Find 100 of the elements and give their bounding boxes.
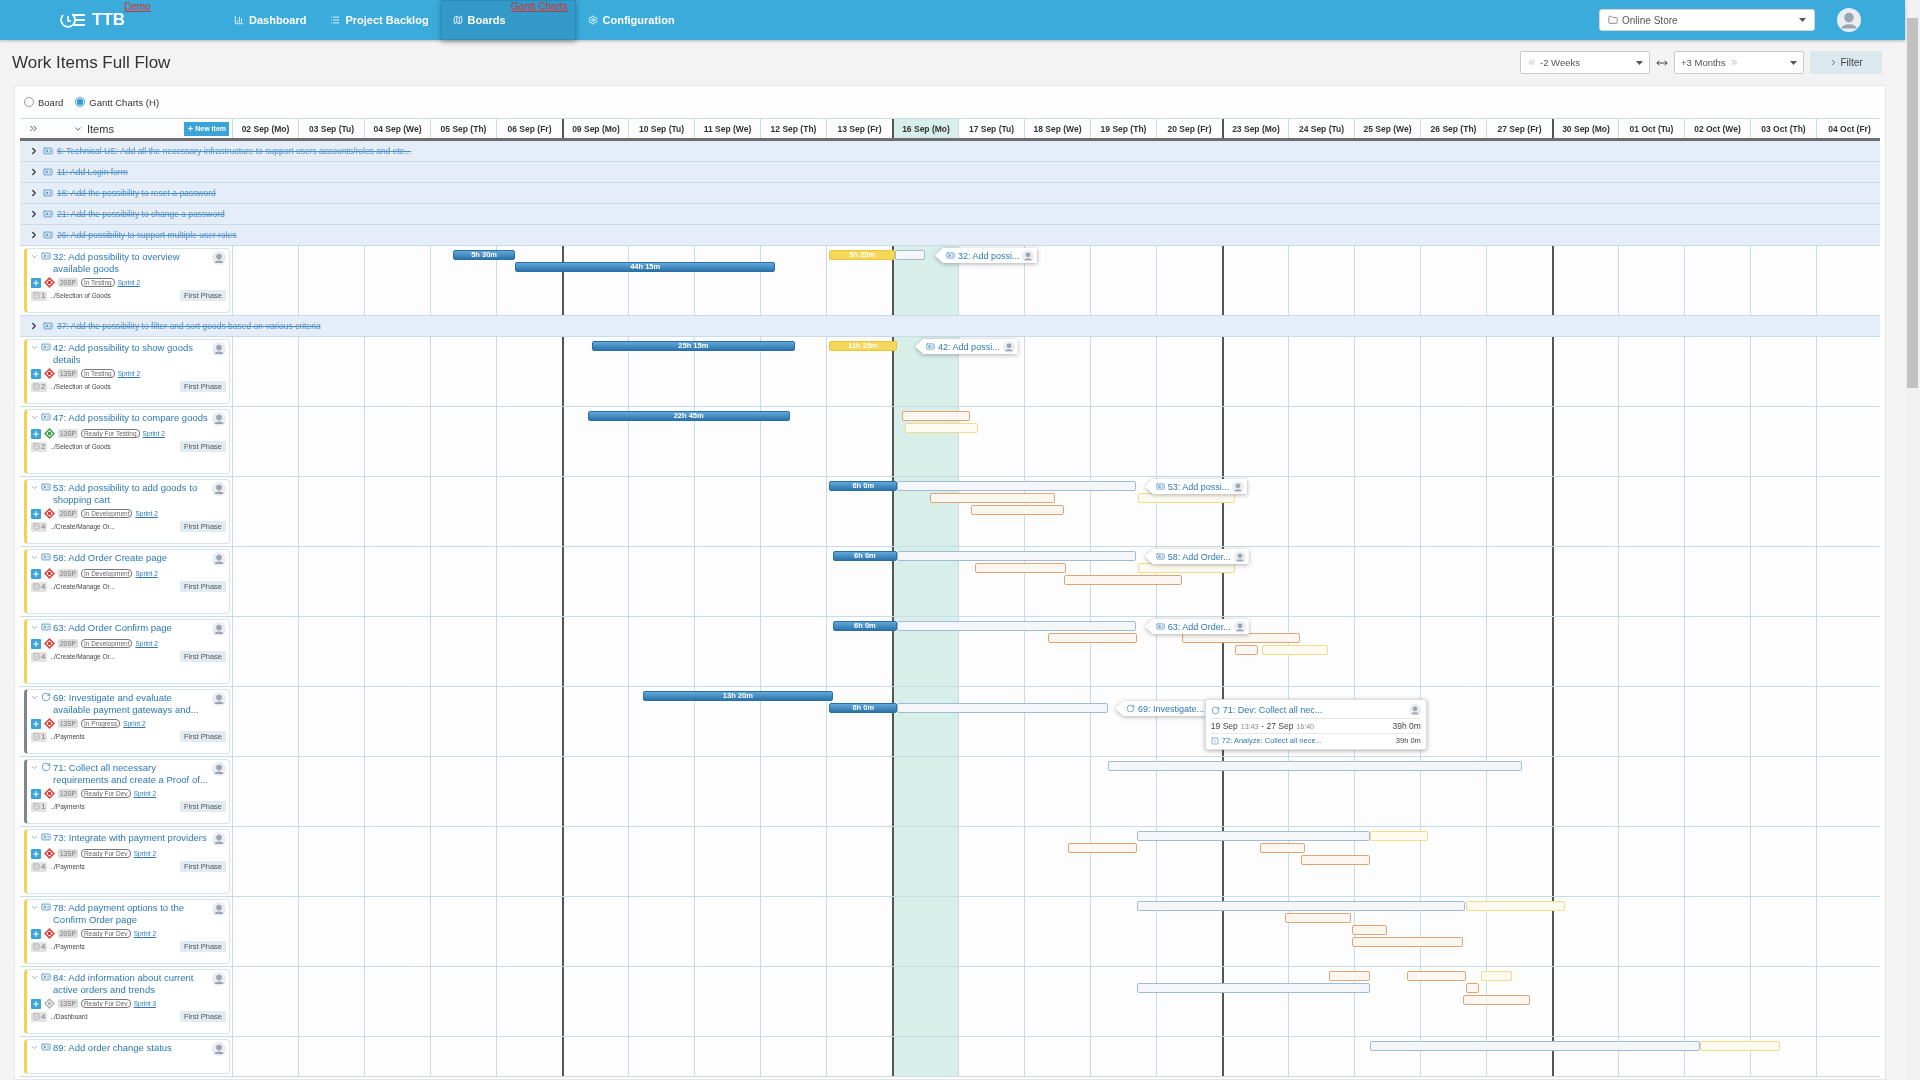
gantt-bar[interactable] bbox=[1136, 983, 1370, 993]
collapsed-row[interactable]: 37: Add the possibility to filter and sort goods based on various criteria bbox=[20, 316, 1880, 337]
scrollbar-thumb[interactable] bbox=[1907, 18, 1918, 388]
gantt-bar[interactable] bbox=[901, 411, 970, 421]
gantt-bar[interactable] bbox=[1261, 645, 1328, 655]
gantt-bar[interactable] bbox=[1063, 575, 1183, 585]
add-button[interactable] bbox=[31, 718, 41, 729]
gantt-bar[interactable] bbox=[1138, 563, 1236, 573]
range-end-select[interactable]: +3 Months bbox=[1674, 51, 1804, 74]
chevron-right-icon[interactable] bbox=[29, 230, 39, 240]
expand-all-icon[interactable] bbox=[28, 123, 39, 134]
chevron-right-icon[interactable] bbox=[29, 321, 39, 331]
collapsed-row[interactable]: 6: Technical US: Add all the necessary infrastructure to support users accounts/roles and etc... bbox=[20, 141, 1880, 162]
add-button[interactable] bbox=[31, 928, 41, 939]
gantt-bar[interactable] bbox=[1352, 937, 1463, 947]
item-title[interactable]: 32: Add possibility to overview available goods bbox=[53, 251, 210, 275]
gantt-bar[interactable] bbox=[897, 481, 1137, 491]
gantt-bar[interactable] bbox=[897, 703, 1108, 713]
item-title[interactable]: 78: Add payment options to the Confirm Order page bbox=[53, 902, 210, 926]
chevron-down-icon[interactable] bbox=[30, 553, 39, 562]
item-title[interactable]: 71: Collect all necessary requirements and create a Proof of... bbox=[53, 762, 210, 786]
item-title[interactable]: 6: Technical US: Add all the necessary infrastructure to support users accounts/roles and etc... bbox=[57, 146, 412, 156]
nav-tab[interactable]: Dashboard bbox=[222, 0, 319, 40]
collapsed-row[interactable]: 16: Add the possibility to reset a password bbox=[20, 183, 1880, 204]
item-title[interactable]: 37: Add the possibility to filter and sort goods based on various criteria bbox=[57, 321, 321, 331]
gantt-bar[interactable] bbox=[1699, 1041, 1780, 1051]
item-title[interactable]: 47: Add possibility to compare goods bbox=[53, 412, 210, 424]
gantt-bar[interactable] bbox=[1136, 901, 1465, 911]
item-title[interactable]: 89: Add order change status bbox=[53, 1042, 210, 1054]
nav-tab[interactable]: Configuration bbox=[575, 0, 687, 40]
gantt-bar[interactable] bbox=[1138, 493, 1236, 503]
gantt-bar[interactable] bbox=[1068, 843, 1137, 853]
add-button[interactable] bbox=[31, 508, 41, 519]
gantt-bar[interactable] bbox=[1301, 855, 1370, 865]
chevron-down-icon[interactable] bbox=[30, 1043, 39, 1052]
filter-button[interactable]: Filter bbox=[1810, 51, 1882, 74]
item-title[interactable]: 69: Investigate and evaluate available payment gateways and... bbox=[53, 692, 210, 716]
chevron-right-icon[interactable] bbox=[29, 188, 39, 198]
radio[interactable] bbox=[24, 97, 34, 107]
gantt-bar[interactable] bbox=[971, 505, 1064, 515]
chevron-right-icon[interactable] bbox=[29, 209, 39, 219]
popup-title[interactable]: 71: Dev: Collect all nec... bbox=[1222, 705, 1323, 715]
gantt-bar[interactable] bbox=[1466, 983, 1480, 993]
item-title[interactable]: 26: Add possibility to support multiple user roles bbox=[57, 230, 237, 240]
chevron-down-icon[interactable] bbox=[30, 903, 39, 912]
gantt-bar[interactable] bbox=[1462, 995, 1531, 1005]
gantt-bar[interactable] bbox=[1285, 913, 1351, 923]
project-select[interactable]: Online Store bbox=[1599, 9, 1815, 31]
view-option[interactable]: Board bbox=[24, 96, 64, 108]
gantt-bar[interactable] bbox=[930, 493, 1055, 503]
item-title[interactable]: 11: Add Login form bbox=[57, 167, 128, 177]
item-title[interactable]: 42: Add possibility to show goods details bbox=[53, 342, 210, 366]
bar-callout[interactable]: 42: Add possi... bbox=[915, 339, 1018, 354]
chevron-down-icon[interactable] bbox=[30, 483, 39, 492]
range-start-select[interactable]: -2 Weeks bbox=[1520, 51, 1650, 74]
chevron-down-icon[interactable] bbox=[30, 252, 39, 261]
chevron-down-icon[interactable] bbox=[30, 833, 39, 842]
gantt-bar[interactable] bbox=[1328, 971, 1370, 981]
gantt-bar[interactable] bbox=[905, 423, 978, 433]
chevron-down-icon[interactable] bbox=[30, 623, 39, 632]
gantt-bar[interactable] bbox=[974, 563, 1067, 573]
gantt-bar[interactable] bbox=[1047, 633, 1137, 643]
view-option[interactable]: Gantt Charts (H) bbox=[75, 96, 160, 108]
item-title[interactable]: 73: Integrate with payment providers bbox=[53, 832, 210, 844]
add-button[interactable] bbox=[31, 368, 41, 379]
collapsed-row[interactable]: 11: Add Login form bbox=[20, 162, 1880, 183]
nav-tab[interactable]: Project Backlog bbox=[318, 0, 441, 40]
gantt-bar[interactable] bbox=[1107, 761, 1523, 771]
item-title[interactable]: 21: Add the possibility to change a password bbox=[57, 209, 225, 219]
chevron-down-icon[interactable] bbox=[30, 973, 39, 982]
gantt-bar[interactable] bbox=[897, 621, 1137, 631]
add-button[interactable] bbox=[31, 638, 41, 649]
gantt-bar[interactable] bbox=[1369, 831, 1428, 841]
gantt-bar[interactable] bbox=[1480, 971, 1513, 981]
gantt-bar[interactable] bbox=[1235, 645, 1259, 655]
gantt-bar[interactable] bbox=[895, 250, 925, 260]
gantt-bar[interactable] bbox=[1466, 901, 1566, 911]
chevron-right-icon[interactable] bbox=[29, 146, 39, 156]
item-title[interactable]: 63: Add Order Confirm page bbox=[53, 622, 210, 634]
gantt-bar[interactable] bbox=[1260, 843, 1306, 853]
work-item-card[interactable]: 89: Add order change status bbox=[24, 1039, 230, 1074]
item-title[interactable]: 84: Add information about current active orders and trends bbox=[53, 972, 210, 996]
gantt-bar[interactable] bbox=[1352, 925, 1387, 935]
gantt-bar[interactable] bbox=[1369, 1041, 1700, 1051]
radio[interactable] bbox=[75, 97, 86, 107]
add-button[interactable] bbox=[31, 277, 41, 288]
add-button[interactable] bbox=[31, 998, 41, 1009]
chevron-down-icon[interactable] bbox=[30, 763, 39, 772]
item-title[interactable]: 58: Add Order Create page bbox=[53, 552, 210, 564]
chevron-down-icon[interactable] bbox=[30, 343, 39, 352]
nav-tab[interactable]: Boards Gantt Charts bbox=[440, 0, 576, 40]
chevron-right-icon[interactable] bbox=[29, 167, 39, 177]
chevron-down-icon[interactable] bbox=[30, 413, 39, 422]
add-button[interactable] bbox=[31, 428, 41, 439]
collapsed-row[interactable]: 26: Add possibility to support multiple user roles bbox=[20, 225, 1880, 246]
gantt-bar[interactable] bbox=[1182, 633, 1300, 643]
item-title[interactable]: 53: Add possibility to add goods to shopping cart bbox=[53, 482, 210, 506]
gantt-bar[interactable] bbox=[897, 551, 1137, 561]
chevron-down-icon[interactable] bbox=[30, 693, 39, 702]
collapsed-row[interactable]: 21: Add the possibility to change a password bbox=[20, 204, 1880, 225]
